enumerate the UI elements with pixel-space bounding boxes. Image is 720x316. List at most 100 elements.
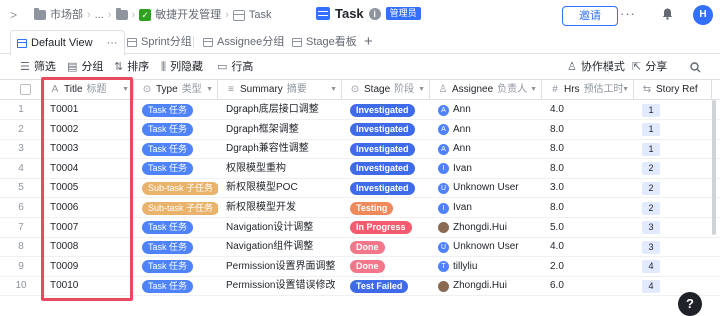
stage-cell[interactable]: Done [342,257,430,277]
hrs-cell[interactable]: 3.0 [542,178,634,198]
type-cell[interactable]: Sub-task 子任务 [134,198,218,218]
tab-assignee-group[interactable]: Assignee分组 [203,30,284,54]
title-cell[interactable]: T0009 [42,257,134,277]
summary-cell[interactable]: 权限模型重构 [218,159,342,179]
title-cell[interactable]: T0005 [42,178,134,198]
more-options-icon[interactable]: ··· [620,7,636,21]
breadcrumb-item-project[interactable]: 敏捷开发管理 [155,7,221,23]
story-ref-cell[interactable]: 2 [634,198,712,218]
stage-cell[interactable]: Investigated [342,178,430,198]
type-cell[interactable]: Task 任务 [134,237,218,257]
column-header-stage[interactable]: ⊙ Stage 阶段 ▼ [342,80,430,100]
table-row[interactable]: 2 T0002 Task 任务 Dgraph框架调整 Investigated A Ann 8… [0,120,720,140]
title-cell[interactable]: T0008 [42,237,134,257]
story-ref-cell[interactable]: 3 [634,237,712,257]
hide-columns-button[interactable]: ⫼ 列隐藏 [161,55,203,79]
chevron-down-icon[interactable]: ▼ [122,80,129,100]
tab-sprint-group[interactable]: Sprint分组 [127,30,192,54]
type-cell[interactable]: Sub-task 子任务 [134,178,218,198]
story-ref-tag[interactable]: 4 [642,279,660,293]
type-cell[interactable]: Task 任务 [134,218,218,238]
table-row[interactable]: 7 T0007 Task 任务 Navigation设计调整 In Progress Zh… [0,218,720,238]
stage-cell[interactable]: Done [342,237,430,257]
assignee-cell[interactable]: A Ann [430,100,542,120]
table-row[interactable]: 8 T0008 Task 任务 Navigation组件调整 Done U Unknown … [0,237,720,258]
share-button[interactable]: ⇱ 分享 [632,55,667,79]
type-cell[interactable]: Task 任务 [134,257,218,277]
chevron-down-icon[interactable]: ▼ [418,80,425,100]
summary-cell[interactable]: Navigation设计调整 [218,218,342,238]
story-ref-tag[interactable]: 2 [642,162,660,176]
notification-bell-icon[interactable] [662,8,673,20]
assignee-cell[interactable]: A Ann [430,139,542,159]
story-ref-cell[interactable]: 3 [634,218,712,238]
group-button[interactable]: ▤ 分组 [67,55,103,79]
summary-cell[interactable]: Permission设置界面调整 [218,257,342,277]
assignee-cell[interactable]: Zhongdi.Hui [430,276,542,296]
hrs-cell[interactable]: 8.0 [542,120,634,140]
table-row[interactable]: 3 T0003 Task 任务 Dgraph兼容性调整 Investigated A Ann… [0,139,720,160]
chevron-down-icon[interactable]: ▼ [206,80,213,100]
story-ref-tag[interactable]: 2 [642,181,660,195]
collab-mode-button[interactable]: ♙ 协作模式 [567,55,625,79]
table-row[interactable]: 6 T0006 Sub-task 子任务 新权限模型开发 Testing I Ivan 8.0… [0,198,720,218]
expand-sidebar-icon[interactable]: > [10,8,17,22]
summary-cell[interactable]: Permission设置错误修改 [218,276,342,296]
vertical-scrollbar[interactable] [712,100,716,235]
stage-cell[interactable]: Test Failed [342,276,430,296]
story-ref-tag[interactable]: 2 [642,201,660,215]
column-header-hrs[interactable]: # Hrs 预估工时 ▼ [542,80,634,100]
story-ref-tag[interactable]: 1 [642,103,660,117]
table-row[interactable]: 9 T0009 Task 任务 Permission设置界面调整 Done Ttillyl… [0,257,720,277]
chevron-down-icon[interactable]: ▼ [330,80,337,100]
type-cell[interactable]: Task 任务 [134,120,218,140]
hrs-cell[interactable]: 4.0 [542,237,634,257]
assignee-cell[interactable]: Ttillyliu [430,257,542,277]
tab-stage-kanban[interactable]: Stage看板 [292,30,357,54]
table-row[interactable]: 1 T0001 Task 任务 Dgraph底层接口调整 Investigated A An… [0,100,720,120]
summary-cell[interactable]: Dgraph底层接口调整 [218,100,342,120]
assignee-cell[interactable]: U Unknown User [430,178,542,198]
type-cell[interactable]: Task 任务 [134,276,218,296]
assignee-cell[interactable]: U Unknown User [430,237,542,257]
title-cell[interactable]: T0001 [42,100,134,120]
chevron-down-icon[interactable]: ▼ [622,80,629,100]
title-cell[interactable]: T0010 [42,276,134,296]
type-cell[interactable]: Task 任务 [134,100,218,120]
hrs-cell[interactable]: 8.0 [542,198,634,218]
search-button[interactable] [690,55,701,79]
hrs-cell[interactable]: 2.0 [542,257,634,277]
tab-more-icon[interactable]: ··· [107,31,118,55]
story-ref-tag[interactable]: 1 [642,123,660,137]
title-cell[interactable]: T0003 [42,139,134,159]
type-cell[interactable]: Task 任务 [134,139,218,159]
stage-cell[interactable]: In Progress [342,218,430,238]
breadcrumb-item-current[interactable]: Task [249,7,272,23]
story-ref-cell[interactable]: 4 [634,276,712,296]
story-ref-cell[interactable]: 2 [634,178,712,198]
story-ref-cell[interactable]: 2 [634,159,712,179]
type-cell[interactable]: Task 任务 [134,159,218,179]
select-all-checkbox[interactable] [20,84,31,95]
hrs-cell[interactable]: 6.0 [542,276,634,296]
summary-cell[interactable]: 新权限模型POC [218,178,342,198]
title-cell[interactable]: T0007 [42,218,134,238]
stage-cell[interactable]: Investigated [342,120,430,140]
assignee-cell[interactable]: Zhongdi.Hui [430,218,542,238]
column-header-type[interactable]: ⊙ Type 类型 ▼ [134,80,218,100]
column-header-summary[interactable]: ≡ Summary 摘要 ▼ [218,80,342,100]
row-height-button[interactable]: ▭ 行高 [217,55,253,79]
summary-cell[interactable]: 新权限模型开发 [218,198,342,218]
hrs-cell[interactable]: 8.0 [542,139,634,159]
column-header-assignee[interactable]: ♙ Assignee 负责人 ▼ [430,80,542,100]
info-icon[interactable]: i [368,7,381,20]
summary-cell[interactable]: Dgraph框架调整 [218,120,342,140]
story-ref-tag[interactable]: 3 [642,240,660,254]
breadcrumb-item-workspace[interactable]: 市场部 [50,7,83,23]
title-cell[interactable]: T0004 [42,159,134,179]
summary-cell[interactable]: Dgraph兼容性调整 [218,139,342,159]
story-ref-cell[interactable]: 4 [634,257,712,277]
invite-button[interactable]: 邀请 [562,6,618,26]
story-ref-tag[interactable]: 4 [642,260,660,274]
summary-cell[interactable]: Navigation组件调整 [218,237,342,257]
